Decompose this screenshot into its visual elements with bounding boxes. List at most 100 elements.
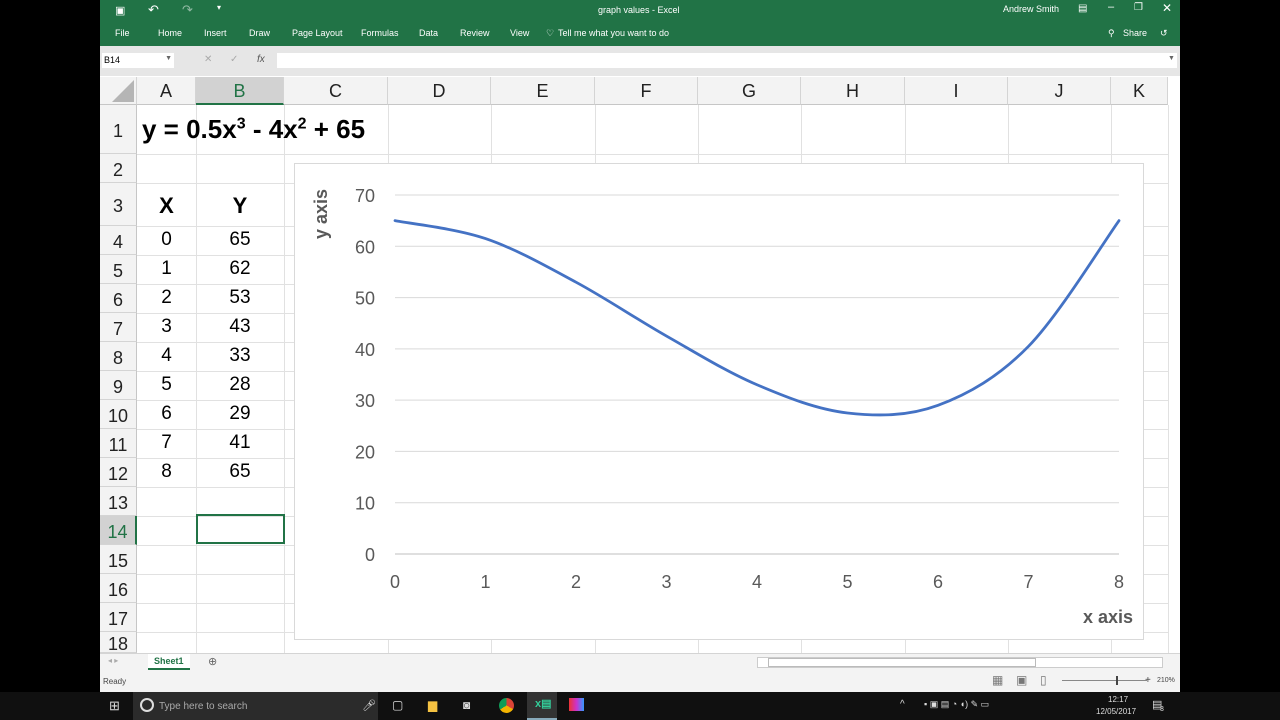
tell-me-search[interactable]: Tell me what you want to do [558,28,669,38]
cell-y[interactable]: 62 [196,258,284,280]
column-header-d[interactable]: D [388,77,491,105]
sheet-tab-sheet1[interactable]: Sheet1 [148,654,190,670]
tab-formulas[interactable]: Formulas [361,28,399,38]
column-header-c[interactable]: C [284,77,388,105]
task-view-icon[interactable]: ▢ [392,698,403,712]
close-button[interactable]: ✕ [1162,1,1172,15]
app-icon[interactable] [569,698,584,711]
row-header-16[interactable]: 16 [100,574,137,603]
row-header-10[interactable]: 10 [100,400,137,429]
cell-x[interactable]: 1 [137,258,196,280]
cell-x[interactable]: 3 [137,316,196,338]
cell-y[interactable]: 28 [196,374,284,396]
scroll-thumb[interactable] [768,658,1036,667]
history-icon[interactable]: ↺ [1160,28,1168,39]
column-header-e[interactable]: E [491,77,595,105]
select-all-corner[interactable] [100,77,137,105]
page-layout-view-icon[interactable]: ▣ [1016,673,1027,687]
restore-button[interactable]: ❐ [1134,2,1143,13]
tab-data[interactable]: Data [419,28,438,38]
row-header-9[interactable]: 9 [100,371,137,400]
horizontal-scrollbar[interactable] [757,657,1163,668]
row-header-4[interactable]: 4 [100,226,137,255]
file-explorer-icon[interactable]: ▆ [428,698,437,712]
tab-page-layout[interactable]: Page Layout [292,28,343,38]
row-header-6[interactable]: 6 [100,284,137,313]
cell-x[interactable]: 8 [137,461,196,483]
show-hidden-icons[interactable]: ^ [900,699,905,710]
cell-y[interactable]: 53 [196,287,284,309]
cell-x[interactable]: 2 [137,287,196,309]
equation-cell[interactable]: y = 0.5x3 - 4x2 + 65 [142,114,365,145]
zoom-in-icon[interactable]: + [1145,675,1151,686]
chrome-icon[interactable] [499,698,514,713]
row-header-1[interactable]: 1 [100,105,137,154]
cell-y[interactable]: 41 [196,432,284,454]
zoom-slider[interactable] [1062,676,1147,685]
page-break-view-icon[interactable]: ▯ [1040,673,1047,687]
windows-start-icon[interactable]: ⊞ [109,698,120,714]
column-header-b[interactable]: B [196,77,284,105]
excel-taskbar-button[interactable]: x▤ [527,692,557,720]
cell-x[interactable]: 7 [137,432,196,454]
save-icon[interactable]: ▣ [115,4,125,17]
name-box[interactable]: B14 ▼ [102,53,174,68]
redo-icon[interactable]: ↷ [182,2,193,18]
cell-x[interactable]: 4 [137,345,196,367]
cell-y[interactable]: 43 [196,316,284,338]
minimize-button[interactable]: – [1108,1,1114,13]
row-header-12[interactable]: 12 [100,458,137,487]
microphone-icon[interactable]: 🎤︎ [362,699,376,712]
tab-home[interactable]: Home [158,28,182,38]
header-x[interactable]: X [137,193,196,219]
cell-y[interactable]: 65 [196,229,284,251]
tab-review[interactable]: Review [460,28,490,38]
row-header-11[interactable]: 11 [100,429,137,458]
user-name[interactable]: Andrew Smith [1003,4,1059,14]
cancel-icon[interactable]: ✕ [204,54,212,65]
normal-view-icon[interactable]: ▦ [992,673,1003,687]
tab-insert[interactable]: Insert [204,28,227,38]
column-header-i[interactable]: I [905,77,1008,105]
row-header-14[interactable]: 14 [100,516,137,545]
cell-x[interactable]: 6 [137,403,196,425]
clock-date[interactable]: 12/05/2017 [1096,707,1136,716]
line-chart[interactable]: 0 10 20 30 40 50 60 70 0 1 2 3 4 5 6 7 8 x axis y axis [294,163,1144,640]
row-header-18[interactable]: 18 [100,632,137,654]
zoom-level[interactable]: 210% [1157,677,1175,684]
expand-formula-icon[interactable]: ▼ [1168,55,1175,62]
cell-y[interactable]: 33 [196,345,284,367]
tray-icons[interactable]: ▪ ▣ ▤ ◔ ◖) ✎ ▭ [924,699,989,710]
scroll-tabs-icon[interactable]: ◂ ▸ [108,656,118,665]
cell-y[interactable]: 29 [196,403,284,425]
selected-cell-b14[interactable] [196,514,285,544]
ribbon-display-icon[interactable]: ▤ [1078,3,1087,14]
column-header-g[interactable]: G [698,77,801,105]
clock-time[interactable]: 12:17 [1108,695,1128,704]
row-header-7[interactable]: 7 [100,313,137,342]
share-button[interactable]: Share [1123,28,1147,38]
column-header-a[interactable]: A [137,77,196,105]
column-header-j[interactable]: J [1008,77,1111,105]
column-header-f[interactable]: F [595,77,698,105]
header-y[interactable]: Y [196,193,284,219]
column-header-h[interactable]: H [801,77,905,105]
cell-y[interactable]: 65 [196,461,284,483]
row-header-5[interactable]: 5 [100,255,137,284]
enter-icon[interactable]: ✓ [230,54,238,65]
row-header-3[interactable]: 3 [100,183,137,226]
row-header-13[interactable]: 13 [100,487,137,516]
tab-file[interactable]: File [115,28,130,38]
row-header-15[interactable]: 15 [100,545,137,574]
row-header-8[interactable]: 8 [100,342,137,371]
insert-function-button[interactable]: fx [257,54,265,65]
row-header-2[interactable]: 2 [100,154,137,183]
add-sheet-button[interactable]: ⊕ [208,655,217,668]
formula-input[interactable] [277,53,1177,68]
tab-view[interactable]: View [510,28,529,38]
customize-qat-icon[interactable]: ▾ [217,3,221,12]
column-header-k[interactable]: K [1111,77,1168,105]
taskbar-search[interactable]: Type here to search 🎤︎ [133,692,378,720]
row-header-17[interactable]: 17 [100,603,137,632]
store-icon[interactable]: ◙ [463,698,470,712]
